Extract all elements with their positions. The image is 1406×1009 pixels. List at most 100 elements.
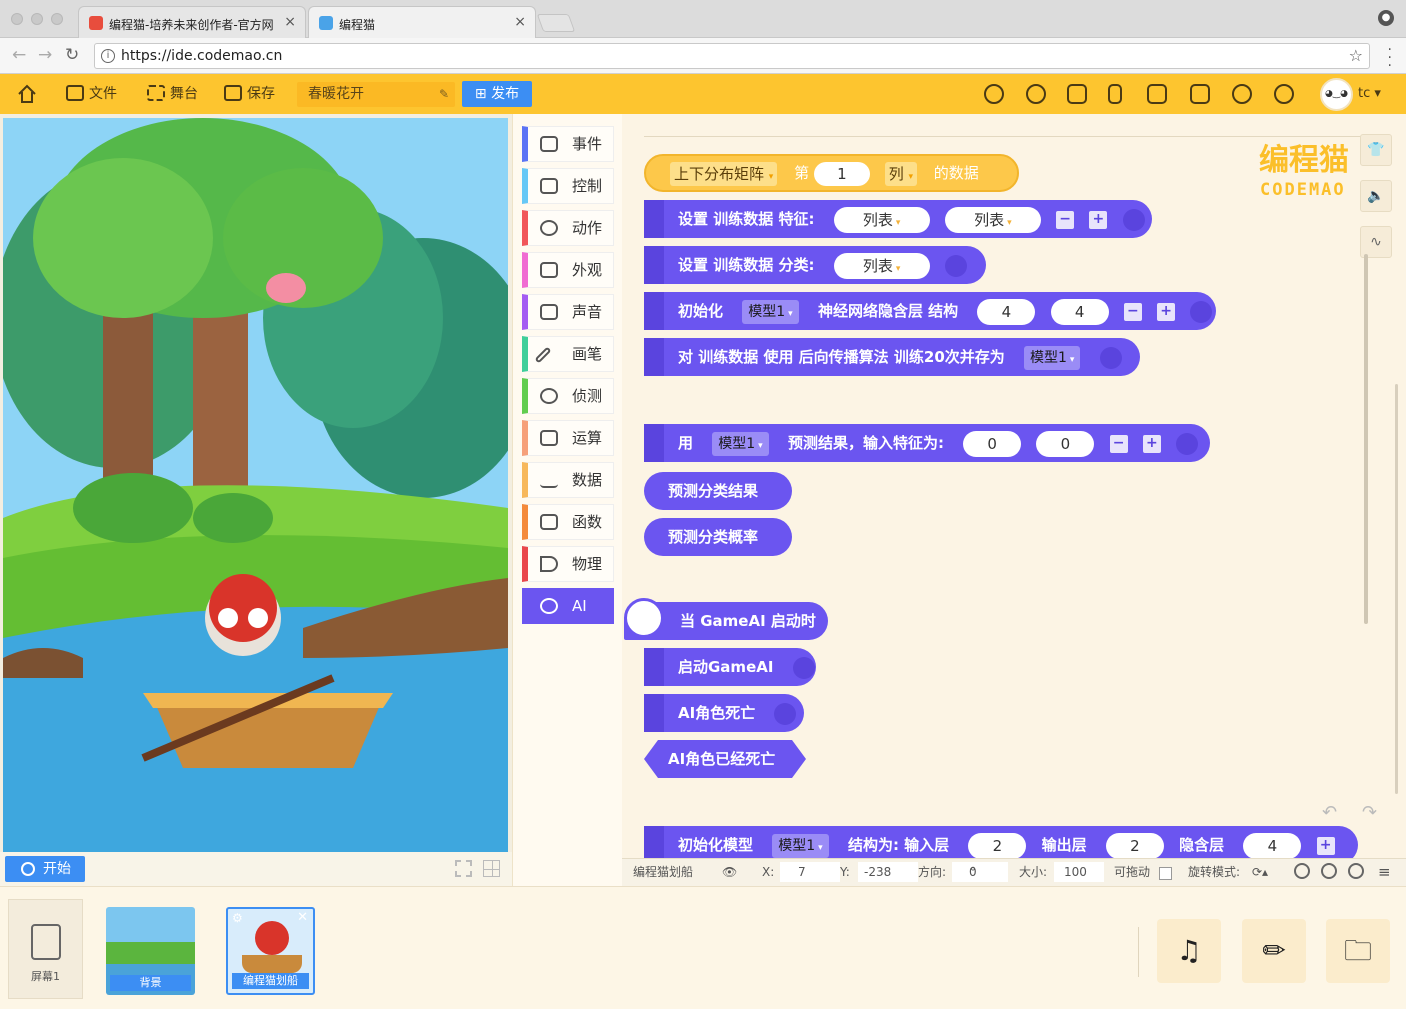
- model-dropdown[interactable]: 模型1 ▾: [712, 431, 769, 456]
- visibility-eye-icon[interactable]: 👁: [722, 859, 737, 886]
- train-backprop-block[interactable]: 对 训练数据 使用 后向传播算法 训练20次并存为 模型1 ▾: [644, 338, 1140, 376]
- zoom-reset-icon[interactable]: [1321, 863, 1337, 879]
- site-info-icon[interactable]: i: [101, 49, 115, 63]
- url-input[interactable]: i https://ide.codemao.cn ☆: [94, 43, 1370, 69]
- block-workspace[interactable]: 上下分布矩阵 ▾ 第 1 列 ▾ 的数据 设置 训练数据 特征: 列表 ▾ 列表 ▾…: [622, 114, 1406, 858]
- close-window-button[interactable]: [11, 13, 23, 25]
- direction-input[interactable]: 0 °: [952, 862, 1008, 882]
- minimize-window-button[interactable]: [31, 13, 43, 25]
- ai-character-dead-block[interactable]: AI角色已经死亡: [644, 740, 806, 778]
- language-globe-icon[interactable]: [1274, 84, 1294, 104]
- category-sound[interactable]: 声音: [522, 294, 614, 330]
- bookmark-star-icon[interactable]: ☆: [1349, 46, 1363, 65]
- remove-item-icon[interactable]: −: [1056, 210, 1075, 229]
- matrix-dropdown[interactable]: 上下分布矩阵 ▾: [670, 161, 778, 186]
- init-neural-network-block[interactable]: 初始化 模型1 ▾ 神经网络隐含层 结构 4 4 − +: [644, 292, 1216, 330]
- browser-profile-icon[interactable]: ●: [1378, 10, 1394, 26]
- model-dropdown[interactable]: 模型1 ▾: [772, 833, 829, 858]
- user-avatar[interactable]: ◕‿◕: [1320, 78, 1353, 111]
- category-data[interactable]: 数据: [522, 462, 614, 498]
- grid-toggle-icon[interactable]: [483, 860, 500, 877]
- remove-item-icon[interactable]: −: [1109, 434, 1128, 453]
- init-model-structure-block[interactable]: 初始化模型 模型1 ▾ 结构为: 输入层 2 输出层 2 隐含层 4 +: [644, 826, 1358, 858]
- y-input[interactable]: -238: [858, 862, 918, 882]
- help-icon[interactable]: [1232, 84, 1252, 104]
- sound-speaker-icon[interactable]: 🔈: [1360, 180, 1392, 212]
- list-dropdown[interactable]: 列表 ▾: [833, 252, 930, 279]
- hidden-layer-input[interactable]: 4: [1243, 832, 1302, 858]
- predict-with-model-block[interactable]: 用 模型1 ▾ 预测结果，输入特征为: 0 0 − +: [644, 424, 1210, 462]
- add-sprite-folder-button[interactable]: 🗀: [1326, 919, 1390, 983]
- workspace-scrollbar[interactable]: [1395, 384, 1398, 794]
- sprite-name-field[interactable]: 编程猫划船: [633, 859, 693, 886]
- stage-menu-button[interactable]: 舞台: [147, 74, 198, 114]
- sprite-codemao-boat[interactable]: ⚙ ✕ 编程猫划船: [226, 907, 315, 995]
- layer-size-input[interactable]: 4: [1050, 298, 1109, 325]
- start-button[interactable]: 开始: [5, 856, 85, 882]
- category-physics[interactable]: 物理: [522, 546, 614, 582]
- redo-icon[interactable]: ↷: [1362, 802, 1377, 823]
- save-button[interactable]: 保存: [224, 74, 275, 114]
- set-training-features-block[interactable]: 设置 训练数据 特征: 列表 ▾ 列表 ▾ − +: [644, 200, 1152, 238]
- fullscreen-icon[interactable]: [455, 860, 472, 877]
- back-arrow-icon[interactable]: ←: [12, 46, 26, 64]
- list-dropdown[interactable]: 列表 ▾: [944, 206, 1041, 233]
- feature-input[interactable]: 0: [963, 430, 1022, 457]
- close-tab-icon[interactable]: ×: [284, 14, 296, 30]
- delete-sprite-icon[interactable]: ✕: [297, 910, 308, 925]
- asset-library-icon[interactable]: [1067, 84, 1087, 104]
- print-icon[interactable]: [1147, 84, 1167, 104]
- feature-input[interactable]: 0: [1036, 430, 1095, 457]
- category-functions[interactable]: 函数: [522, 504, 614, 540]
- category-motion[interactable]: 动作: [522, 210, 614, 246]
- zoom-out-icon[interactable]: [1294, 863, 1310, 879]
- column-dropdown[interactable]: 列 ▾: [884, 161, 918, 186]
- add-item-icon[interactable]: +: [1157, 302, 1176, 321]
- add-item-icon[interactable]: +: [1089, 210, 1108, 229]
- paint-sprite-button[interactable]: ✏: [1242, 919, 1306, 983]
- more-menu-icon[interactable]: ≡: [1378, 859, 1391, 886]
- mobile-preview-icon[interactable]: [1108, 84, 1122, 104]
- close-tab-icon[interactable]: ×: [514, 14, 526, 30]
- file-menu-button[interactable]: 文件: [66, 74, 117, 114]
- add-item-icon[interactable]: +: [1142, 434, 1161, 453]
- home-icon[interactable]: [17, 84, 37, 104]
- input-layer-input[interactable]: 2: [968, 832, 1027, 858]
- user-name[interactable]: tc ▾: [1358, 74, 1381, 114]
- draggable-checkbox[interactable]: [1159, 867, 1172, 880]
- costume-shirt-icon[interactable]: 👕: [1360, 134, 1392, 166]
- vertical-scrollbar[interactable]: [1364, 254, 1368, 624]
- forward-arrow-icon[interactable]: →: [38, 46, 52, 64]
- matrix-column-data-block[interactable]: 上下分布矩阵 ▾ 第 1 列 ▾ 的数据: [644, 154, 1019, 192]
- reload-icon[interactable]: ↻: [65, 46, 79, 64]
- category-control[interactable]: 控制: [522, 168, 614, 204]
- browser-tab-codemao-home[interactable]: 编程猫-培养未来创作者-官方网 ×: [78, 6, 306, 38]
- screen-selector[interactable]: 屏幕1: [8, 899, 83, 999]
- add-item-icon[interactable]: +: [1316, 836, 1335, 855]
- set-training-labels-block[interactable]: 设置 训练数据 分类: 列表 ▾: [644, 246, 986, 284]
- zoom-in-icon[interactable]: [1348, 863, 1364, 879]
- settings-gear-icon[interactable]: ⚙: [232, 911, 243, 925]
- category-looks[interactable]: 外观: [522, 252, 614, 288]
- list-dropdown[interactable]: 列表 ▾: [833, 206, 930, 233]
- edit-pencil-icon[interactable]: ✎: [439, 82, 449, 107]
- column-number-input[interactable]: 1: [813, 161, 870, 186]
- category-ai[interactable]: AI: [522, 588, 614, 624]
- stage-canvas[interactable]: [3, 118, 508, 852]
- predict-class-probability-block[interactable]: 预测分类概率: [644, 518, 792, 556]
- start-gameai-block[interactable]: 启动GameAI: [644, 648, 816, 686]
- category-pen[interactable]: 画笔: [522, 336, 614, 372]
- publish-button[interactable]: ⊞ 发布: [462, 81, 532, 107]
- output-layer-input[interactable]: 2: [1105, 832, 1164, 858]
- add-music-button[interactable]: ♫: [1157, 919, 1221, 983]
- sprite-background[interactable]: 背景: [106, 907, 195, 995]
- undo-icon[interactable]: ↶: [1322, 802, 1337, 823]
- model-dropdown[interactable]: 模型1 ▾: [742, 299, 799, 324]
- size-input[interactable]: 100: [1054, 862, 1104, 882]
- browser-tab-codemao-ide[interactable]: 编程猫 ×: [308, 6, 536, 38]
- category-operators[interactable]: 运算: [522, 420, 614, 456]
- predict-class-result-block[interactable]: 预测分类结果: [644, 472, 792, 510]
- x-input[interactable]: 7: [780, 862, 840, 882]
- plugins-icon[interactable]: [1026, 84, 1046, 104]
- model-dropdown[interactable]: 模型1 ▾: [1024, 345, 1081, 370]
